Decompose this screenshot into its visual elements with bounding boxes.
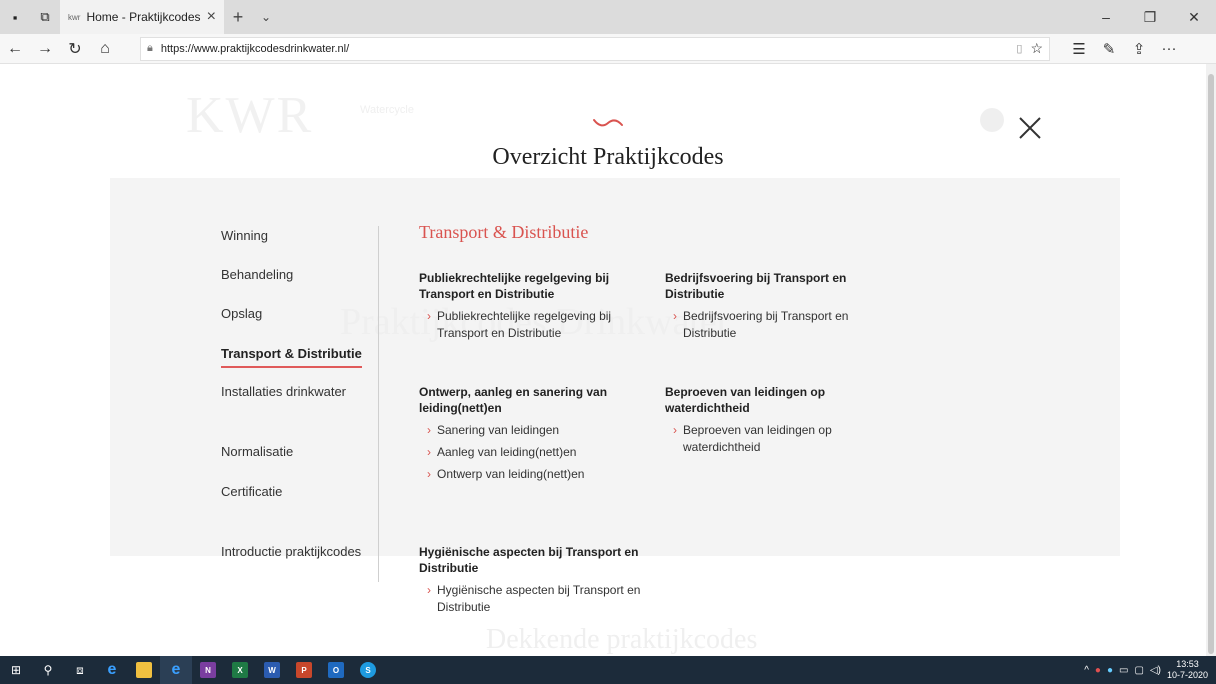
chevron-right-icon: › [427,583,431,597]
share-icon[interactable]: ⇪ [1124,34,1154,64]
menu-item-normalisatie[interactable]: Normalisatie [221,444,293,459]
forward-arrow-icon[interactable]: → [30,34,60,64]
page-content: KWR Watercycle Praktijkcodes Drinkwater … [0,64,1206,656]
chevron-right-icon: › [427,309,431,323]
menu-item-transport-distributie[interactable]: Transport & Distributie [221,346,362,368]
lock-icon: 🔒︎ [147,42,153,54]
link-item[interactable]: › Ontwerp van leiding(nett)en [419,466,644,483]
link-item[interactable]: › Aanleg van leiding(nett)en [419,444,644,461]
volume-icon[interactable]: ◁) [1150,665,1161,676]
menu-item-certificatie[interactable]: Certificatie [221,484,282,499]
overlay-title: Overzicht Praktijkcodes [492,144,724,170]
link-item[interactable]: › Bedrijfsvoering bij Transport en Distri… [665,308,895,342]
wave-decoration-icon [593,119,623,127]
browser-tab-bar: ▪ ⧉ kwr Home - Praktijkcodes D × + ⌄ – ❐… [0,0,1216,34]
chevron-right-icon: › [427,423,431,437]
tab-title: Home - Praktijkcodes D [86,10,201,24]
more-menu-icon[interactable]: ··· [1154,34,1184,64]
windows-start-icon[interactable]: ⊞ [0,656,32,684]
edge-icon[interactable]: e [160,656,192,684]
menu-item-introductie-praktijkcodes[interactable]: Introductie praktijkcodes [221,544,361,559]
clock-date: 10-7-2020 [1166,670,1208,680]
section-title: Transport & Distributie [419,222,589,242]
link-item[interactable]: › Beproeven van leidingen op waterdichthe… [665,422,875,456]
reading-view-icon[interactable]: ▯ [1016,42,1022,55]
restore-icon[interactable]: ❐ [1128,0,1172,34]
group-title: Publiekrechtelijke regelgeving bij Trans… [419,271,610,301]
menu-item-winning[interactable]: Winning [221,228,268,243]
address-bar: ← → ↻ ⌂ 🔒︎ https://www.praktijkcodesdrin… [0,34,1216,64]
background-search-icon [980,108,1004,132]
link-item[interactable]: › Sanering van leidingen [419,422,644,439]
back-arrow-icon[interactable]: ← [0,34,30,64]
tray-chevron-up-icon[interactable]: ^ [1084,665,1089,676]
background-logo: KWR [186,87,314,144]
tray-app-icon[interactable]: ● [1095,665,1101,676]
windows-taskbar: ⊞ ⚲ ⧈ e e N X W P O S ^ ● ● ▭ ▢ ◁) 13:53… [0,656,1216,684]
file-explorer-icon[interactable] [128,656,160,684]
favorite-star-icon[interactable]: ☆ [1030,40,1043,57]
group-title: Ontwerp, aanleg en sanering van leiding(… [419,385,608,415]
group-publiekrechtelijke: Publiekrechtelijke regelgeving bij Trans… [419,270,644,347]
outlook-icon[interactable]: O [320,656,352,684]
onenote-icon[interactable]: N [192,656,224,684]
favorites-list-icon[interactable]: ☰ [1064,34,1094,64]
pen-notes-icon[interactable]: ✎ [1094,34,1124,64]
group-hygienische-aspecten: Hygiënische aspecten bij Transport en Di… [419,544,649,621]
url-text: https://www.praktijkcodesdrinkwater.nl/ [160,42,350,55]
minimize-icon[interactable]: – [1084,0,1128,34]
menu-item-behandeling[interactable]: Behandeling [221,267,293,282]
tab-actions-icon[interactable]: ▪ [0,0,30,34]
overlay-close-icon[interactable] [1012,110,1048,146]
group-title: Hygiënische aspecten bij Transport en Di… [419,545,639,575]
excel-icon[interactable]: X [224,656,256,684]
background-logo-subtitle: Watercycle [360,104,414,116]
link-item[interactable]: › Publiekrechtelijke regelgeving bij Tran… [419,308,644,342]
menu-item-installaties-drinkwater[interactable]: Installaties drinkwater [221,384,346,399]
background-bottom-heading: Dekkende praktijkcodes [486,624,758,655]
battery-icon[interactable]: ▭ [1119,665,1128,676]
chevron-right-icon: › [427,467,431,481]
menu-divider [378,226,379,582]
group-beproeven: Beproeven van leidingen op waterdichthei… [665,384,875,461]
search-icon[interactable]: ⚲ [32,656,64,684]
skype-icon[interactable]: S [352,656,384,684]
scrollbar-thumb[interactable] [1208,74,1214,654]
menu-item-opslag[interactable]: Opslag [221,306,262,321]
set-aside-tabs-icon[interactable]: ⧉ [30,0,60,34]
kwr-favicon-icon: kwr [68,12,81,22]
home-icon[interactable]: ⌂ [90,34,120,64]
group-title: Bedrijfsvoering bij Transport en Distrib… [665,271,847,301]
system-tray: ^ ● ● ▭ ▢ ◁) 13:53 10-7-2020 [1084,659,1216,681]
browser-tab[interactable]: kwr Home - Praktijkcodes D × [60,0,224,34]
task-view-icon[interactable]: ⧈ [64,656,96,684]
tray-cloud-icon[interactable]: ● [1107,665,1113,676]
url-input[interactable]: 🔒︎ https://www.praktijkcodesdrinkwater.n… [140,36,1050,61]
window-controls: – ❐ ✕ [1084,0,1216,34]
chevron-right-icon: › [673,423,677,437]
refresh-icon[interactable]: ↻ [60,34,90,64]
clock-time: 13:53 [1176,659,1199,669]
new-tab-icon[interactable]: + [224,0,252,34]
clock[interactable]: 13:53 10-7-2020 [1167,659,1208,681]
tab-list-chevron-down-icon[interactable]: ⌄ [252,0,280,34]
link-item[interactable]: › Hygiënische aspecten bij Transport en D… [419,582,649,616]
network-icon[interactable]: ▢ [1134,665,1143,676]
tab-close-icon[interactable]: × [207,8,216,26]
window-close-icon[interactable]: ✕ [1172,0,1216,34]
chevron-right-icon: › [673,309,677,323]
chevron-right-icon: › [427,445,431,459]
group-bedrijfsvoering: Bedrijfsvoering bij Transport en Distrib… [665,270,895,347]
page-scrollbar[interactable] [1206,64,1216,656]
internet-explorer-icon[interactable]: e [96,656,128,684]
group-ontwerp-aanleg-sanering: Ontwerp, aanleg en sanering van leiding(… [419,384,644,488]
powerpoint-icon[interactable]: P [288,656,320,684]
group-title: Beproeven van leidingen op waterdichthei… [665,385,826,415]
word-icon[interactable]: W [256,656,288,684]
